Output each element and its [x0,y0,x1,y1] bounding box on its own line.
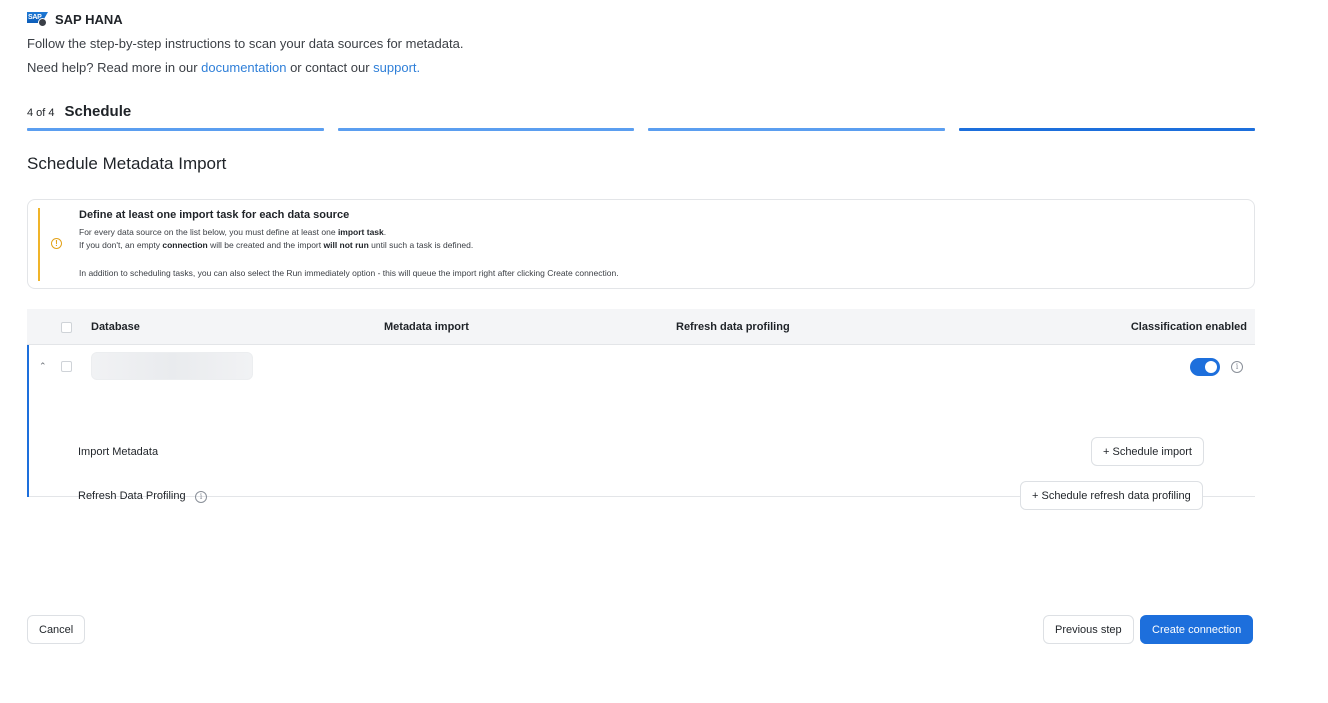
warning-icon: ! [51,238,62,249]
brand: SAP SAP HANA [27,10,123,28]
help-prefix: Need help? Read more in our [27,60,202,75]
intro-text: Follow the step-by-step instructions to … [27,36,464,51]
chevron-up-icon[interactable]: ⌃ [39,362,47,371]
classification-info-icon[interactable]: i [1231,361,1243,373]
schedule-table: Database Metadata import Refresh data pr… [27,309,1255,510]
cancel-button[interactable]: Cancel [27,615,86,644]
notice-line-2: If you don't, an empty connection will b… [79,240,473,250]
import-metadata-label: Import Metadata [78,446,159,458]
notice-line-1: For every data source on the list below,… [79,227,386,237]
notice-line-1b: import task [337,227,384,237]
notice-accent-bar [38,208,40,281]
schedule-import-button[interactable]: + Schedule import [1091,437,1204,466]
notice-line-2a: If you don't, an empty [79,240,163,250]
notice-line-1a: For every data source on the list below,… [79,227,338,237]
col-database: Database [91,321,140,333]
refresh-profiling-label: Refresh Data Profiling [78,490,186,502]
notice-line-1c: . [383,227,387,237]
notice-line-2d: will not run [323,240,369,250]
notice-line-2b: connection [162,240,208,250]
import-task-notice: ! Define at least one import task for ea… [27,199,1255,289]
sap-logo-icon: SAP [27,12,48,27]
help-text: Need help? Read more in our documentatio… [27,60,420,75]
notice-title: Define at least one import task for each… [79,209,350,221]
notice-line-2c: will be created and the import [207,240,324,250]
toggle-knob [1205,361,1217,373]
section-title: Schedule Metadata Import [27,154,227,173]
notice-line-3: In addition to scheduling tasks, you can… [79,268,619,278]
help-middle: or contact our [286,60,374,75]
row-expanded-indicator [27,345,29,497]
progress-segment-4 [958,128,1255,131]
col-refresh-profiling: Refresh data profiling [676,321,790,333]
step-title: Schedule [64,103,132,120]
support-link[interactable]: support. [373,60,420,75]
progress-segment-1 [27,128,324,131]
col-metadata-import: Metadata import [384,321,469,333]
step-progress-bar [27,128,1255,131]
refresh-profiling-info-icon[interactable]: i [195,491,207,503]
notice-line-2e: until such a task is defined. [368,240,474,250]
progress-segment-2 [337,128,634,131]
row-checkbox[interactable] [61,361,72,372]
step-count: 4 of 4 [27,107,55,119]
gear-badge-icon [38,18,47,27]
table-row: ⌃ i Import Metadata + Schedule import Re… [27,345,1255,510]
select-all-checkbox[interactable] [61,322,72,333]
schedule-refresh-button[interactable]: + Schedule refresh data profiling [1020,481,1203,510]
create-connection-button[interactable]: Create connection [1140,615,1254,644]
table-header: Database Metadata import Refresh data pr… [27,309,1255,345]
database-name-field [91,352,253,380]
col-classification: Classification enabled [1130,321,1247,333]
classification-toggle[interactable] [1190,358,1220,376]
progress-segment-3 [648,128,945,131]
page-header: SAP SAP HANA [27,10,123,28]
documentation-link[interactable]: documentation [201,60,286,75]
app-name: SAP HANA [55,11,123,27]
step-indicator: 4 of 4 Schedule [27,103,131,120]
previous-step-button[interactable]: Previous step [1043,615,1134,644]
